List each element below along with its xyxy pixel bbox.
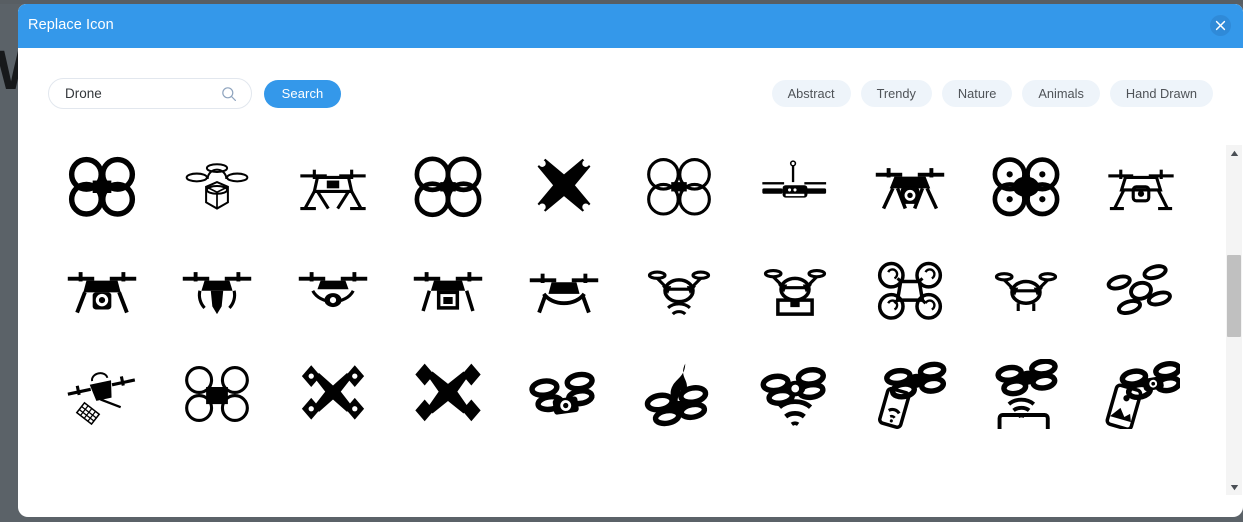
icon-result-drone-camera-front-solid[interactable] (853, 134, 969, 238)
icon-result-drone-tablet-wifi-control-solid[interactable] (968, 342, 1084, 446)
icon-result-drone-flat-top-antenna[interactable] (737, 134, 853, 238)
icon-result-quadcopter-four-rings-dots-solid[interactable] (968, 134, 1084, 238)
replace-icon-dialog: Replace Icon Search Abstract Trendy (18, 4, 1243, 517)
results-scrollbar[interactable] (1226, 145, 1242, 495)
search-input[interactable] (63, 79, 223, 108)
icon-result-quadcopter-four-circle-props-solid[interactable] (44, 134, 160, 238)
dialog-title: Replace Icon (28, 17, 114, 33)
filter-pill-animals[interactable]: Animals (1022, 80, 1100, 107)
icon-result-quadcopter-four-circle-props-thin[interactable] (622, 134, 738, 238)
icon-result-quadcopter-x-frame-solid[interactable] (506, 134, 622, 238)
icon-result-drone-phone-live-view-solid[interactable] (1084, 342, 1200, 446)
icon-result-drone-spraying-agriculture[interactable] (44, 342, 160, 446)
triangle-down-icon[interactable] (1226, 479, 1242, 495)
icon-result-drone-delivery-package-outline[interactable] (160, 134, 276, 238)
icon-result-drone-signal-broadcast-solid[interactable] (737, 342, 853, 446)
icon-result-quadcopter-four-circle-props-bold[interactable] (391, 134, 507, 238)
icon-grid (18, 134, 1225, 446)
icon-results-area (18, 134, 1225, 494)
icon-result-drone-box-camera-solid[interactable] (391, 238, 507, 342)
icon-result-drone-twin-props-outline[interactable] (968, 238, 1084, 342)
scroll-thumb[interactable] (1227, 255, 1241, 337)
icon-result-quadcopter-circle-props-square-body[interactable] (160, 342, 276, 446)
filter-pill-group: Abstract Trendy Nature Animals Hand Draw… (771, 80, 1213, 107)
search-field[interactable] (48, 78, 252, 109)
icon-result-drone-cargo-crate-outline[interactable] (737, 238, 853, 342)
search-group: Search (48, 78, 341, 109)
icon-result-drone-camera-front-outline[interactable] (1084, 134, 1200, 238)
icon-result-drone-simple-body-solid[interactable] (506, 238, 622, 342)
icon-result-drone-angled-props-outline[interactable] (1084, 238, 1200, 342)
scrollbar-track[interactable] (1226, 161, 1242, 479)
icon-result-quadcopter-x-blades-wide-solid[interactable] (391, 342, 507, 446)
icon-result-quadcopter-four-spiral-props-outline[interactable] (853, 238, 969, 342)
filter-pill-nature[interactable]: Nature (941, 80, 1013, 107)
icon-result-drone-perspective-camera-solid[interactable] (506, 342, 622, 446)
search-button[interactable]: Search (264, 79, 341, 108)
search-icon[interactable] (221, 86, 237, 102)
icon-result-drone-fire-flame-solid[interactable] (622, 342, 738, 446)
icon-result-drone-payload-drop-solid[interactable] (160, 238, 276, 342)
triangle-up-icon[interactable] (1226, 145, 1242, 161)
filter-pill-trendy[interactable]: Trendy (860, 80, 932, 107)
icon-result-quadcopter-x-blades-solid[interactable] (275, 342, 391, 446)
filter-pill-abstract[interactable]: Abstract (771, 80, 851, 107)
icon-result-drone-signal-waves-outline[interactable] (622, 238, 738, 342)
filter-pill-hand-drawn[interactable]: Hand Drawn (1109, 80, 1213, 107)
icon-result-drone-eye-lens-solid[interactable] (275, 238, 391, 342)
close-icon[interactable] (1210, 15, 1231, 36)
icon-result-drone-landing-gear-front-outline[interactable] (275, 134, 391, 238)
icon-result-drone-smartphone-control-solid[interactable] (853, 342, 969, 446)
dialog-header: Replace Icon (18, 4, 1243, 48)
icon-result-drone-camera-gimbal-solid[interactable] (44, 238, 160, 342)
search-toolbar: Search Abstract Trendy Nature Animals Ha… (18, 48, 1243, 134)
